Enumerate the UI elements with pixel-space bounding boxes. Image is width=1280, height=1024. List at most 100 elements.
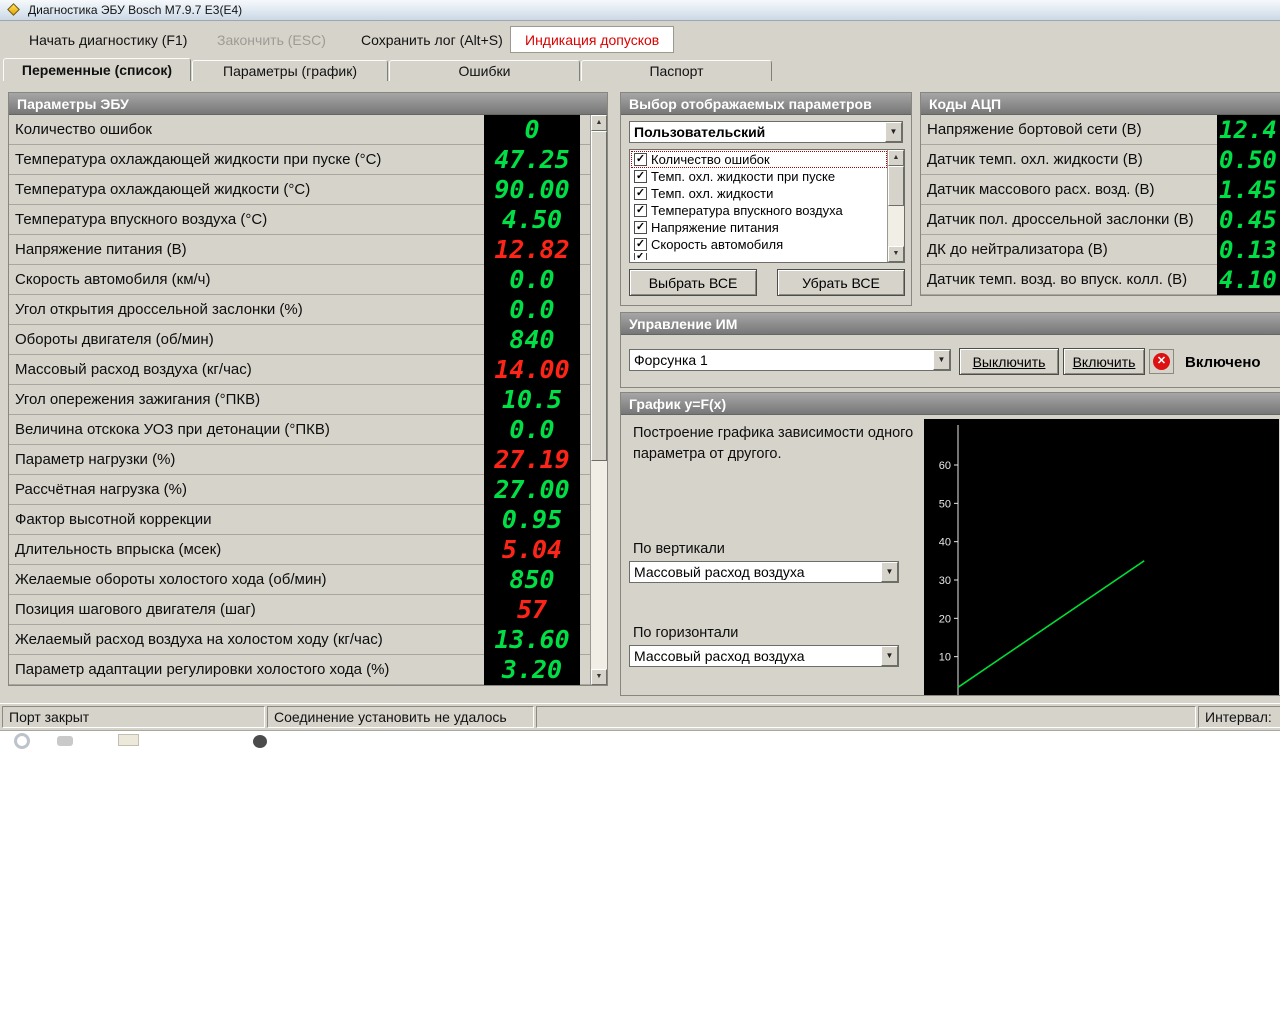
vertical-axis-label: По вертикали bbox=[633, 541, 725, 557]
param-label: Угол открытия дроссельной заслонки (%) bbox=[9, 301, 484, 318]
param-value: 4.10 bbox=[1217, 265, 1280, 295]
param-value: 57 bbox=[484, 595, 580, 625]
param-label: Желаемые обороты холостого хода (об/мин) bbox=[9, 571, 484, 588]
save-log-button[interactable]: Сохранить лог (Alt+S) bbox=[346, 26, 518, 53]
start-diagnostics-button[interactable]: Начать диагностику (F1) bbox=[14, 26, 202, 53]
param-value: 27.00 bbox=[484, 475, 580, 505]
checklist-item[interactable]: ✓ Количество ошибок bbox=[631, 151, 887, 168]
adc-codes-panel: Коды АЦП Напряжение бортовой сети (В) 12… bbox=[920, 92, 1280, 296]
actuator-combo[interactable]: Форсунка 1 ▼ bbox=[629, 349, 951, 371]
checklist-item-label: Напряжение питания bbox=[651, 220, 779, 235]
ecu-params-scrollbar[interactable]: ▲ ▼ bbox=[590, 115, 607, 685]
check-icon: ✓ bbox=[636, 170, 645, 182]
param-row: Длительность впрыска (мсек) 5.04 bbox=[9, 535, 590, 565]
status-interval: Интервал: bbox=[1198, 706, 1280, 728]
taskbar-icon-fragment[interactable] bbox=[253, 735, 267, 748]
param-row: Массовый расход воздуха (кг/час) 14.00 bbox=[9, 355, 590, 385]
param-row: ДК до нейтрализатора (В) 0.13 bbox=[921, 235, 1280, 265]
xy-chart: 102030405060 bbox=[924, 419, 1279, 695]
param-label: Датчик темп. охл. жидкости (В) bbox=[921, 151, 1217, 168]
param-label: Напряжение бортовой сети (В) bbox=[921, 121, 1217, 138]
checkbox-icon[interactable]: ✓ bbox=[634, 187, 647, 200]
tab-params-graph[interactable]: Параметры (график) bbox=[192, 60, 388, 81]
window-title: Диагностика ЭБУ Bosch M7.9.7 E3(E4) bbox=[28, 3, 242, 17]
checklist-item[interactable]: ✓ Темп. охл. жидкости bbox=[631, 185, 887, 202]
checklist-item-label: Темп. охл. жидкости bbox=[651, 186, 773, 201]
vertical-axis-combo-value: Массовый расход воздуха bbox=[634, 562, 880, 582]
param-row: Фактор высотной коррекции 0.95 bbox=[9, 505, 590, 535]
desktop-area bbox=[0, 731, 1280, 1024]
status-spacer bbox=[536, 706, 1196, 728]
actuator-off-button[interactable]: Выключить bbox=[959, 348, 1059, 375]
checkbox-icon[interactable]: ✓ bbox=[634, 153, 647, 166]
ecu-params-table: Количество ошибок 0 Температура охлаждаю… bbox=[9, 115, 590, 685]
checkbox-icon[interactable]: ✓ bbox=[634, 238, 647, 251]
scroll-thumb[interactable] bbox=[591, 131, 607, 461]
taskbar-icon-fragment[interactable] bbox=[14, 733, 30, 749]
param-label: Желаемый расход воздуха на холостом ходу… bbox=[9, 631, 484, 648]
param-label: ДК до нейтрализатора (В) bbox=[921, 241, 1217, 258]
param-row: Величина отскока УОЗ при детонации (°ПКВ… bbox=[9, 415, 590, 445]
scroll-down-icon[interactable]: ▼ bbox=[888, 246, 904, 262]
select-all-button[interactable]: Выбрать ВСЕ bbox=[629, 269, 757, 296]
check-icon: ✓ bbox=[636, 238, 645, 250]
app-icon bbox=[7, 3, 22, 18]
chevron-down-icon[interactable]: ▼ bbox=[933, 350, 950, 370]
param-row: Желаемый расход воздуха на холостом ходу… bbox=[9, 625, 590, 655]
tolerance-indication-button[interactable]: Индикация допусков bbox=[510, 26, 674, 53]
tab-errors[interactable]: Ошибки bbox=[389, 60, 580, 81]
actuator-on-button[interactable]: Включить bbox=[1063, 348, 1145, 375]
checklist-item-label: Скорость автомобиля bbox=[651, 237, 783, 252]
param-row: Датчик пол. дроссельной заслонки (В) 0.4… bbox=[921, 205, 1280, 235]
chevron-down-icon[interactable]: ▼ bbox=[881, 562, 898, 582]
param-value: 4.50 bbox=[484, 205, 580, 235]
checkbox-icon[interactable]: ✓ bbox=[634, 204, 647, 217]
param-row: Датчик темп. охл. жидкости (В) 0.50 bbox=[921, 145, 1280, 175]
taskbar-icon-fragment[interactable] bbox=[118, 734, 139, 746]
param-row: Рассчётная нагрузка (%) 27.00 bbox=[9, 475, 590, 505]
taskbar-icon-fragment[interactable] bbox=[57, 736, 73, 746]
xy-chart-svg: 102030405060 bbox=[924, 419, 1279, 695]
param-selector-panel: Выбор отображаемых параметров Пользовате… bbox=[620, 92, 912, 306]
param-value: 5.04 bbox=[484, 535, 580, 565]
param-row: Угол опережения зажигания (°ПКВ) 10.5 bbox=[9, 385, 590, 415]
vertical-axis-combo[interactable]: Массовый расход воздуха ▼ bbox=[629, 561, 899, 583]
horizontal-axis-combo-value: Массовый расход воздуха bbox=[634, 646, 880, 666]
checklist-item[interactable]: ✓ Напряжение питания bbox=[631, 219, 887, 236]
param-selector-header: Выбор отображаемых параметров bbox=[621, 93, 911, 115]
param-value: 0.13 bbox=[1217, 235, 1280, 265]
chevron-down-icon[interactable]: ▼ bbox=[885, 122, 902, 142]
clear-all-button[interactable]: Убрать ВСЕ bbox=[777, 269, 905, 296]
param-checklist[interactable]: ✓ Количество ошибок ✓ Темп. охл. жидкост… bbox=[629, 149, 905, 263]
scroll-up-icon[interactable]: ▲ bbox=[888, 150, 904, 166]
param-value: 10.5 bbox=[484, 385, 580, 415]
checkbox-icon[interactable]: ✓ bbox=[634, 170, 647, 183]
checkbox-icon[interactable]: ✓ bbox=[634, 253, 647, 260]
checkbox-icon[interactable]: ✓ bbox=[634, 221, 647, 234]
actuator-indicator-button[interactable]: ✕ bbox=[1149, 349, 1174, 374]
param-row: Датчик темп. возд. во впуск. колл. (В) 4… bbox=[921, 265, 1280, 295]
check-icon: ✓ bbox=[636, 253, 645, 260]
param-value: 90.00 bbox=[484, 175, 580, 205]
horizontal-axis-combo[interactable]: Массовый расход воздуха ▼ bbox=[629, 645, 899, 667]
param-value: 3.20 bbox=[484, 655, 580, 685]
tab-variables-list[interactable]: Переменные (список) bbox=[3, 58, 191, 81]
scroll-down-icon[interactable]: ▼ bbox=[591, 669, 607, 685]
checklist-item[interactable]: ✓ bbox=[631, 253, 887, 260]
stop-diagnostics-button[interactable]: Закончить (ESC) bbox=[202, 26, 341, 53]
chevron-down-icon[interactable]: ▼ bbox=[881, 646, 898, 666]
param-checklist-scrollbar[interactable]: ▲ ▼ bbox=[887, 150, 904, 262]
svg-text:60: 60 bbox=[939, 460, 951, 472]
param-label: Датчик темп. возд. во впуск. колл. (В) bbox=[921, 271, 1217, 288]
ecu-params-panel: Параметры ЭБУ Количество ошибок 0 Темпер… bbox=[8, 92, 608, 686]
param-label: Параметр адаптации регулировки холостого… bbox=[9, 661, 484, 678]
param-row: Желаемые обороты холостого хода (об/мин)… bbox=[9, 565, 590, 595]
checklist-item[interactable]: ✓ Скорость автомобиля bbox=[631, 236, 887, 253]
checklist-item[interactable]: ✓ Темп. охл. жидкости при пуске bbox=[631, 168, 887, 185]
scroll-thumb[interactable] bbox=[888, 166, 904, 206]
tab-passport[interactable]: Паспорт bbox=[581, 60, 772, 81]
scroll-up-icon[interactable]: ▲ bbox=[591, 115, 607, 131]
checklist-item[interactable]: ✓ Температура впускного воздуха bbox=[631, 202, 887, 219]
preset-combo[interactable]: Пользовательский ▼ bbox=[629, 121, 903, 143]
param-label: Температура охлаждающей жидкости (°C) bbox=[9, 181, 484, 198]
